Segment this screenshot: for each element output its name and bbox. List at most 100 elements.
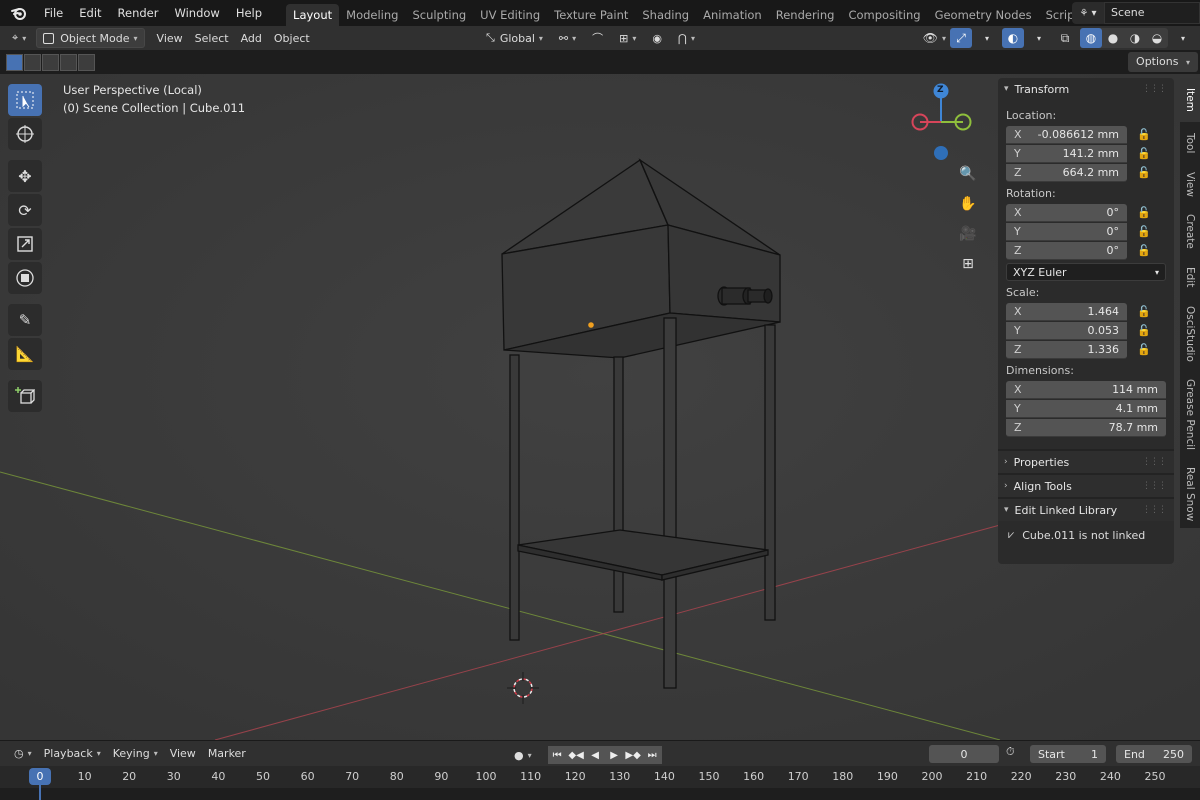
tab-uv-editing[interactable]: UV Editing [473,4,547,26]
stopwatch-icon[interactable]: ⏱ [1006,745,1015,759]
drag-handle-icon[interactable]: ⋮⋮⋮ [1142,84,1167,94]
tab-view[interactable]: View [1180,164,1200,204]
rotate-tool[interactable]: ⟳ [8,194,42,226]
unlock-icon[interactable]: 🔓 [1137,244,1151,257]
gizmo-toggle[interactable]: ⤢ [950,28,972,48]
menu-marker[interactable]: Marker [202,744,252,764]
options-button[interactable]: Options ▾ [1128,52,1198,72]
snap-toggle[interactable]: ⌒ [586,28,609,48]
xray-toggle[interactable]: ⧉ [1054,28,1076,48]
tab-edit[interactable]: Edit [1180,258,1200,296]
end-frame-field[interactable]: End 250 [1116,745,1192,763]
proportional-edit-toggle[interactable]: ◉ [646,28,668,48]
dimensions-x-field[interactable]: X 114 mm [1006,380,1166,399]
neg-z-axis-handle[interactable] [934,146,948,160]
playhead-frame-indicator[interactable]: 0 [29,768,51,785]
timeline-track-area[interactable] [0,788,1200,800]
tab-texture-paint[interactable]: Texture Paint [547,4,635,26]
tab-item[interactable]: Item [1180,78,1200,122]
tab-tool[interactable]: Tool [1180,124,1200,162]
tab-real-snow[interactable]: Real Snow [1180,460,1200,528]
select-new-icon[interactable] [6,53,23,71]
scale-x-field[interactable]: X 1.464 [1006,302,1127,321]
unlock-icon[interactable]: 🔓 [1137,166,1151,179]
pan-button[interactable]: ✋ [954,190,982,218]
select-intersect-icon[interactable] [78,53,95,71]
timeline-ruler[interactable]: 10 20 30 40 50 60 70 80 90 100 110 120 130 140 150 160 1… [0,766,1200,800]
play-reverse-icon[interactable]: ◀ [585,746,605,764]
location-y-field[interactable]: Y 141.2 mm [1006,144,1127,163]
scene-selector[interactable]: ⚘ ▾ Scene [1072,2,1200,24]
menu-select[interactable]: Select [189,28,235,48]
play-icon[interactable]: ▶ [604,746,624,764]
menu-object[interactable]: Object [268,28,316,48]
tab-sculpting[interactable]: Sculpting [405,4,473,26]
falloff-select[interactable]: ⋂ ▾ [672,28,701,48]
orientation-select[interactable]: ⤡ Global ▾ [480,28,549,48]
unlock-icon[interactable]: 🔓 [1137,128,1151,141]
editor-type-button[interactable]: ⌖ ▾ [6,28,32,48]
pivot-select[interactable]: ⚯ ▾ [553,28,582,48]
align-tools-panel-header[interactable]: › Align Tools ⋮⋮⋮ [998,473,1174,497]
timeline-editor-type[interactable]: ◷ ▾ [8,744,38,764]
move-tool[interactable]: ✥ [8,160,42,192]
add-cube-tool[interactable] [8,380,42,412]
tab-layout[interactable]: Layout [286,4,340,26]
select-invert-icon[interactable] [60,53,77,71]
linked-library-panel-header[interactable]: ▾ Edit Linked Library ⋮⋮⋮ [998,497,1174,521]
material-shading-button[interactable]: ◑ [1124,28,1146,48]
wireframe-shading-button[interactable]: ◍ [1080,28,1102,48]
rotation-x-field[interactable]: X 0° [1006,203,1127,222]
jump-end-icon[interactable]: ⏭ [642,746,662,764]
scale-tool[interactable] [8,228,42,260]
menu-render[interactable]: Render [110,0,167,26]
mode-select[interactable]: Object Mode ▾ [36,28,145,48]
unlock-icon[interactable]: 🔓 [1137,206,1151,219]
tab-shading[interactable]: Shading [635,4,696,26]
location-x-field[interactable]: X -0.086612 mm [1006,125,1127,144]
prev-keyframe-icon[interactable]: ◆◀ [566,746,586,764]
rotation-y-field[interactable]: Y 0° [1006,222,1127,241]
tab-rendering[interactable]: Rendering [769,4,842,26]
rotation-mode-select[interactable]: XYZ Euler ▾ [1006,263,1166,281]
unlock-icon[interactable]: 🔓 [1137,147,1151,160]
tab-oscistudio[interactable]: OsciStudio [1180,298,1200,370]
measure-tool[interactable]: 📐 [8,338,42,370]
solid-shading-button[interactable]: ● [1102,28,1124,48]
shading-options[interactable]: ▾ [1172,28,1194,48]
transform-panel-header[interactable]: ▾ Transform ⋮⋮⋮ [998,78,1174,100]
start-frame-field[interactable]: Start 1 [1030,745,1106,763]
tab-animation[interactable]: Animation [696,4,769,26]
unlock-icon[interactable]: 🔓 [1137,343,1151,356]
annotate-tool[interactable]: ✎ [8,304,42,336]
blender-logo-icon[interactable] [8,2,30,24]
snap-target-select[interactable]: ⊞ ▾ [613,28,642,48]
menu-window[interactable]: Window [166,0,227,26]
overlay-toggle[interactable]: ◐ [1002,28,1024,48]
menu-edit[interactable]: Edit [71,0,109,26]
drag-handle-icon[interactable]: ⋮⋮⋮ [1142,481,1167,491]
tab-create[interactable]: Create [1180,206,1200,256]
timeline-menu-view[interactable]: View [164,744,202,764]
transform-tool[interactable] [8,262,42,294]
select-extend-icon[interactable] [24,53,41,71]
menu-view[interactable]: View [151,28,189,48]
camera-view-button[interactable]: 🎥 [954,220,982,248]
projection-toggle-button[interactable]: ⊞ [954,250,982,278]
drag-handle-icon[interactable]: ⋮⋮⋮ [1142,457,1167,467]
dimensions-y-field[interactable]: Y 4.1 mm [1006,399,1166,418]
tab-modeling[interactable]: Modeling [339,4,405,26]
menu-keying[interactable]: Keying ▾ [107,744,164,764]
current-frame-field[interactable]: 0 [929,745,999,763]
menu-file[interactable]: File [36,0,71,26]
dimensions-z-field[interactable]: Z 78.7 mm [1006,418,1166,437]
drag-handle-icon[interactable]: ⋮⋮⋮ [1142,505,1167,515]
next-keyframe-icon[interactable]: ▶◆ [623,746,643,764]
tab-grease-pencil[interactable]: Grease Pencil [1180,372,1200,458]
zoom-button[interactable]: 🔍 [954,160,982,188]
scale-z-field[interactable]: Z 1.336 [1006,340,1127,359]
tab-compositing[interactable]: Compositing [841,4,927,26]
menu-playback[interactable]: Playback ▾ [38,744,107,764]
properties-panel-header[interactable]: › Properties ⋮⋮⋮ [998,449,1174,473]
location-z-field[interactable]: Z 664.2 mm [1006,163,1127,182]
